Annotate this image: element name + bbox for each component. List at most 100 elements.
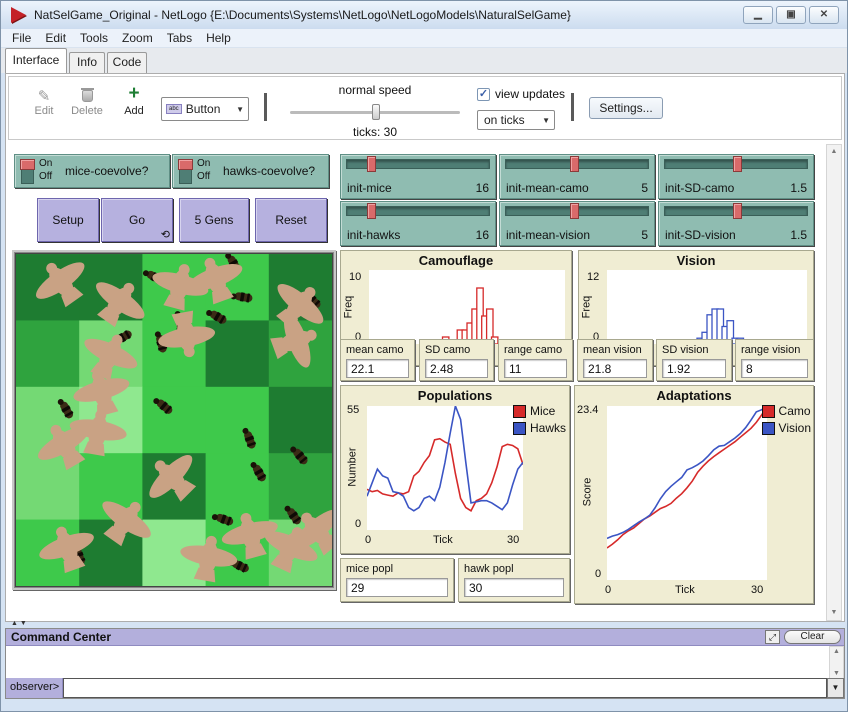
speed-slider-label: normal speed	[285, 83, 465, 97]
output-scrollbar[interactable]: ▲ ▼	[829, 646, 844, 680]
command-center: Command Center ⤢ Clear ▲ ▼ observer> ▼	[5, 628, 845, 699]
title-bar[interactable]: NatSelGame_Original - NetLogo {E:\Docume…	[1, 1, 847, 29]
slider-track[interactable]	[346, 159, 490, 169]
widget-type-value: Button	[186, 102, 221, 116]
speed-slider-thumb[interactable]	[372, 104, 380, 120]
slider-label: init-hawks	[347, 228, 400, 242]
scroll-up-icon[interactable]: ▲	[830, 647, 843, 657]
camo-legend-swatch	[762, 405, 775, 418]
clear-button[interactable]: Clear	[784, 630, 841, 644]
monitor-label: SD vision	[662, 344, 708, 356]
world-view-canvas	[15, 253, 333, 587]
view-updates-checkbox[interactable]: ✓ view updates	[477, 87, 565, 101]
main-vertical-scrollbar[interactable]: ▲ ▼	[826, 144, 842, 621]
menu-help[interactable]: Help	[199, 29, 238, 47]
monitor-range-vision: range vision 8	[735, 339, 814, 381]
slider-init-SD-vision[interactable]: init-SD-vision 1.5	[658, 201, 814, 246]
slider-label: init-SD-camo	[665, 181, 734, 195]
switch-groove[interactable]	[21, 160, 34, 184]
slider-track[interactable]	[346, 206, 490, 216]
menu-zoom[interactable]: Zoom	[115, 29, 160, 47]
slider-init-SD-camo[interactable]: init-SD-camo 1.5	[658, 154, 814, 199]
netlogo-app-icon	[11, 7, 26, 23]
netlogo-window: NatSelGame_Original - NetLogo {E:\Docume…	[0, 0, 848, 712]
slider-knob[interactable]	[570, 156, 579, 172]
monitor-label: range vision	[741, 344, 800, 356]
monitor-sd-vision: SD vision 1.92	[656, 339, 732, 381]
expand-icon[interactable]: ⤢	[765, 630, 780, 644]
widget-type-dropdown[interactable]: abc Button ▼	[161, 97, 249, 121]
settings-button[interactable]: Settings...	[589, 97, 663, 119]
x-min-tick: 0	[365, 534, 371, 546]
close-button[interactable]: ✕	[809, 6, 839, 24]
switch-knob[interactable]	[178, 159, 193, 170]
line-plot-area	[607, 406, 767, 580]
monitor-mice-popl: mice popl 29	[340, 558, 454, 602]
slider-knob[interactable]	[733, 203, 742, 219]
menu-edit[interactable]: Edit	[38, 29, 73, 47]
tab-code[interactable]: Code	[107, 52, 147, 73]
switch-off-label: Off	[197, 171, 210, 184]
switch-knob[interactable]	[20, 159, 35, 170]
slider-knob[interactable]	[570, 203, 579, 219]
menu-tools[interactable]: Tools	[73, 29, 115, 47]
slider-init-mice[interactable]: init-mice 16	[340, 154, 496, 199]
button-widget-icon: abc	[166, 104, 182, 114]
y-max-tick: 12	[587, 271, 599, 283]
slider-track[interactable]	[505, 159, 649, 169]
menu-tabs[interactable]: Tabs	[160, 29, 199, 47]
slider-knob[interactable]	[367, 156, 376, 172]
switch-groove[interactable]	[179, 160, 192, 184]
reset-button[interactable]: Reset	[255, 198, 327, 242]
plot-title: Camouflage	[341, 253, 571, 268]
scroll-down-icon[interactable]: ▼	[827, 606, 841, 620]
plus-icon: +	[117, 83, 151, 105]
minimize-button[interactable]: ▁	[743, 6, 773, 24]
switch-label: hawks-coevolve?	[223, 164, 315, 178]
delete-widget-button[interactable]: Delete	[67, 87, 107, 117]
monitor-label: SD camo	[425, 344, 470, 356]
splitter-arrows-icon[interactable]: ▲▼	[11, 620, 29, 627]
monitor-value: 2.48	[425, 359, 488, 378]
monitor-label: mice popl	[346, 563, 393, 575]
scroll-up-icon[interactable]: ▲	[827, 145, 841, 159]
menu-bar: File Edit Tools Zoom Tabs Help	[1, 29, 847, 48]
update-mode-dropdown[interactable]: on ticks ▼	[477, 110, 555, 130]
slider-track[interactable]	[664, 206, 808, 216]
legend-label: Mice	[530, 404, 555, 418]
five-gens-button[interactable]: 5 Gens	[179, 198, 249, 242]
slider-track[interactable]	[505, 206, 649, 216]
toolbar-separator	[571, 93, 574, 121]
slider-label: init-mean-camo	[506, 181, 589, 195]
monitor-value: 22.1	[346, 359, 409, 378]
line-plot-area	[367, 406, 523, 530]
switch-mice-coevolve[interactable]: On Off mice-coevolve?	[14, 154, 170, 188]
slider-track[interactable]	[664, 159, 808, 169]
setup-button[interactable]: Setup	[37, 198, 99, 242]
adaptations-plot: Adaptations 23.4 0 Score 0 Tick 30 Camo …	[574, 385, 814, 604]
x-axis-label: Tick	[675, 584, 695, 596]
slider-init-mean-vision[interactable]: init-mean-vision 5	[499, 201, 655, 246]
slider-knob[interactable]	[367, 203, 376, 219]
menu-file[interactable]: File	[5, 29, 38, 47]
monitor-value: 11	[504, 359, 567, 378]
vision-legend-swatch	[762, 422, 775, 435]
switch-hawks-coevolve[interactable]: On Off hawks-coevolve?	[172, 154, 329, 188]
tab-info[interactable]: Info	[69, 52, 105, 73]
add-label: Add	[117, 105, 151, 117]
slider-init-hawks[interactable]: init-hawks 16	[340, 201, 496, 246]
speed-slider[interactable]	[290, 111, 460, 114]
switch-on-label: On	[197, 158, 210, 171]
plot-legend: Mice Hawks	[513, 404, 566, 438]
go-button[interactable]: Go⟲	[101, 198, 173, 242]
slider-label: init-SD-vision	[665, 228, 736, 242]
history-dropdown-icon[interactable]: ▼	[827, 678, 844, 698]
monitor-range-camo: range camo 11	[498, 339, 573, 381]
edit-widget-button[interactable]: ✎ Edit	[27, 87, 61, 117]
add-widget-button[interactable]: + Add	[117, 83, 151, 117]
slider-knob[interactable]	[733, 156, 742, 172]
maximize-button[interactable]: ▣	[776, 6, 806, 24]
command-input[interactable]	[63, 678, 827, 698]
tab-interface[interactable]: Interface	[5, 48, 67, 73]
slider-init-mean-camo[interactable]: init-mean-camo 5	[499, 154, 655, 199]
